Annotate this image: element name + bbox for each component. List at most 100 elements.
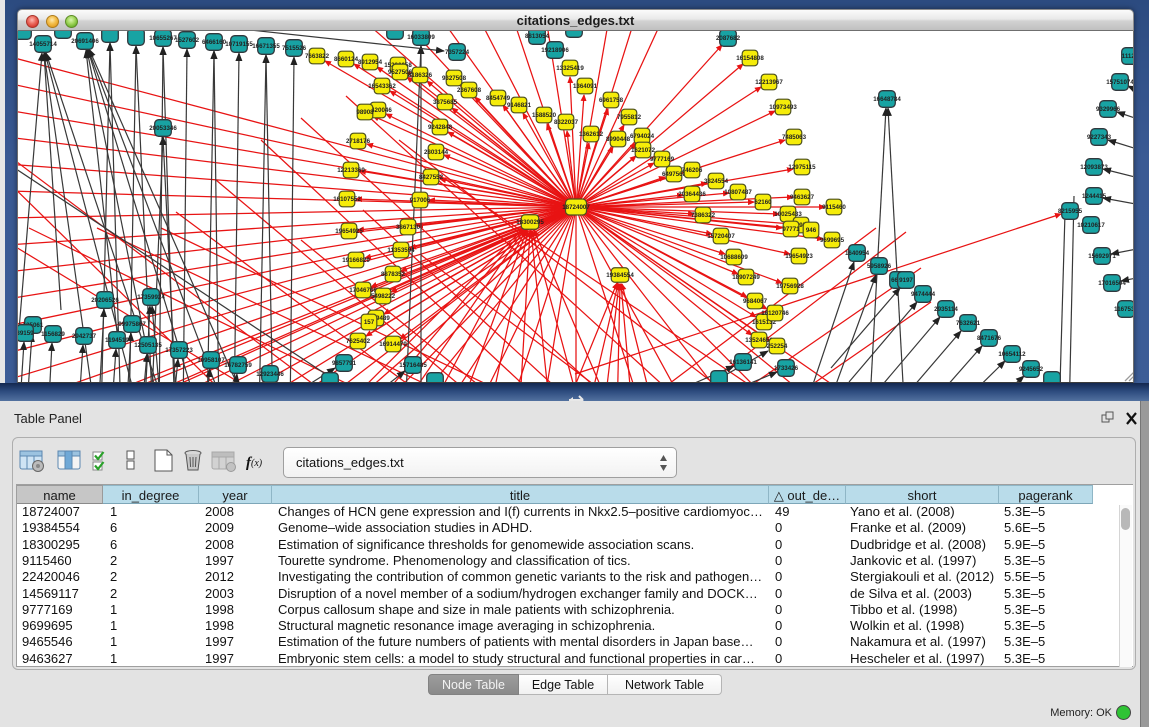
svg-text:(x): (x) — [251, 458, 263, 469]
svg-text:2803144: 2803144 — [424, 149, 449, 156]
svg-text:12093873: 12093873 — [1080, 164, 1108, 171]
svg-text:19218906: 19218906 — [541, 47, 569, 54]
svg-text:8454749: 8454749 — [486, 95, 511, 102]
svg-text:39159: 39159 — [18, 330, 34, 337]
svg-text:7515526: 7515526 — [282, 45, 307, 52]
svg-text:1156829: 1156829 — [41, 331, 65, 338]
svg-text:746206: 746206 — [682, 167, 703, 174]
svg-text:9857791: 9857791 — [332, 360, 357, 367]
svg-text:1588520: 1588520 — [532, 112, 557, 119]
svg-text:6466160: 6466160 — [202, 39, 227, 46]
svg-text:12505135: 12505135 — [134, 342, 162, 349]
svg-text:8186326: 8186326 — [408, 72, 433, 79]
svg-text:20053346: 20053346 — [149, 125, 177, 132]
svg-text:99975867: 99975867 — [118, 321, 146, 328]
svg-text:3875685: 3875685 — [433, 99, 458, 106]
svg-text:10654112: 10654112 — [998, 351, 1026, 358]
svg-text:98908: 98908 — [356, 109, 374, 116]
svg-text:15751074: 15751074 — [1106, 79, 1134, 86]
svg-text:12213967: 12213967 — [755, 79, 783, 86]
svg-text:8427552: 8427552 — [419, 174, 444, 181]
svg-text:10688609: 10688609 — [720, 254, 748, 261]
svg-text:7632621: 7632621 — [956, 320, 981, 327]
svg-text:7663822: 7663822 — [305, 53, 330, 60]
svg-text:7955812: 7955812 — [617, 114, 642, 121]
svg-text:19384554: 19384554 — [606, 272, 634, 279]
svg-text:19756928: 19756928 — [776, 283, 804, 290]
svg-text:9684067: 9684067 — [743, 298, 768, 305]
svg-text:9227343: 9227343 — [1087, 134, 1112, 141]
svg-text:16671355: 16671355 — [252, 43, 280, 50]
svg-text:7485063: 7485063 — [782, 134, 807, 141]
svg-text:6794024: 6794024 — [630, 133, 655, 140]
svg-text:1362612: 1362612 — [579, 131, 604, 138]
svg-text:10973493: 10973493 — [769, 104, 797, 111]
svg-text:9242848: 9242848 — [428, 124, 453, 131]
svg-text:2935114: 2935114 — [934, 306, 958, 313]
svg-text:13325419: 13325419 — [556, 65, 584, 72]
svg-text:10210617: 10210617 — [1077, 222, 1105, 229]
svg-text:7357224: 7357224 — [445, 49, 470, 56]
svg-text:8878352: 8878352 — [381, 271, 406, 278]
svg-text:8813054: 8813054 — [525, 33, 550, 40]
svg-text:17357223: 17357223 — [165, 347, 193, 354]
svg-text:946: 946 — [806, 227, 817, 234]
svg-text:9474444: 9474444 — [911, 291, 936, 298]
svg-text:12213369: 12213369 — [337, 167, 365, 174]
svg-text:7625402: 7625402 — [346, 338, 371, 345]
svg-text:2718176: 2718176 — [346, 138, 371, 145]
svg-text:15720407: 15720407 — [707, 233, 735, 240]
svg-text:16154808: 16154808 — [736, 55, 764, 62]
svg-text:16120746: 16120746 — [761, 310, 789, 317]
svg-text:9115460: 9115460 — [822, 204, 846, 211]
svg-text:3824554: 3824554 — [704, 178, 729, 185]
svg-text:16648784: 16648784 — [873, 96, 901, 103]
svg-text:19654925: 19654925 — [335, 228, 363, 235]
svg-text:16136141: 16136141 — [729, 359, 757, 366]
svg-text:7386322: 7386322 — [691, 212, 716, 219]
svg-text:10655267: 10655267 — [149, 35, 177, 42]
svg-text:8215955: 8215955 — [1058, 208, 1083, 215]
svg-text:10807487: 10807487 — [724, 189, 752, 196]
svg-text:1244415: 1244415 — [1082, 193, 1107, 200]
svg-text:9197: 9197 — [899, 277, 913, 284]
svg-text:15692971: 15692971 — [1088, 253, 1116, 260]
svg-text:17016504: 17016504 — [1098, 280, 1126, 287]
svg-text:1167533: 1167533 — [1114, 306, 1134, 313]
svg-text:11123: 11123 — [1122, 53, 1134, 60]
svg-text:20364436: 20364436 — [678, 191, 706, 198]
svg-text:8912954: 8912954 — [358, 59, 383, 66]
svg-text:9327508: 9327508 — [442, 75, 467, 82]
svg-text:20206526: 20206526 — [91, 297, 119, 304]
svg-text:16107552: 16107552 — [333, 196, 361, 203]
svg-text:9777169: 9777169 — [650, 156, 675, 163]
svg-text:16543362: 16543362 — [368, 83, 396, 90]
svg-text:9329966: 9329966 — [1096, 106, 1121, 113]
svg-text:10719155: 10719155 — [225, 41, 253, 48]
svg-text:1364091: 1364091 — [573, 83, 598, 90]
svg-text:16033809: 16033809 — [407, 34, 435, 41]
svg-text:5958926: 5958926 — [867, 263, 892, 270]
svg-text:62160: 62160 — [754, 199, 772, 206]
svg-text:3867130: 3867130 — [396, 224, 421, 231]
svg-text:14055714: 14055714 — [29, 41, 57, 48]
svg-text:15716485: 15716485 — [399, 362, 427, 369]
svg-text:1733426: 1733426 — [774, 365, 799, 372]
svg-text:12923446: 12923446 — [256, 371, 284, 378]
svg-text:2367608: 2367608 — [457, 87, 482, 94]
svg-text:1527602: 1527602 — [175, 37, 200, 44]
svg-text:11353594: 11353594 — [387, 247, 415, 254]
svg-text:9463627: 9463627 — [790, 194, 815, 201]
svg-text:2087682: 2087682 — [716, 35, 741, 42]
svg-text:18724007: 18724007 — [562, 204, 590, 211]
svg-text:5498222: 5498222 — [371, 293, 396, 300]
svg-text:9699695: 9699695 — [820, 237, 845, 244]
svg-text:10958107: 10958107 — [197, 357, 225, 364]
svg-text:19654923: 19654923 — [785, 253, 813, 260]
svg-text:18300295: 18300295 — [516, 219, 544, 226]
svg-text:6961758: 6961758 — [599, 97, 624, 104]
svg-text:12975115: 12975115 — [788, 164, 816, 171]
svg-text:16914479: 16914479 — [379, 341, 407, 348]
svg-text:16782759: 16782759 — [224, 362, 252, 369]
svg-text:8322037: 8322037 — [554, 119, 579, 126]
